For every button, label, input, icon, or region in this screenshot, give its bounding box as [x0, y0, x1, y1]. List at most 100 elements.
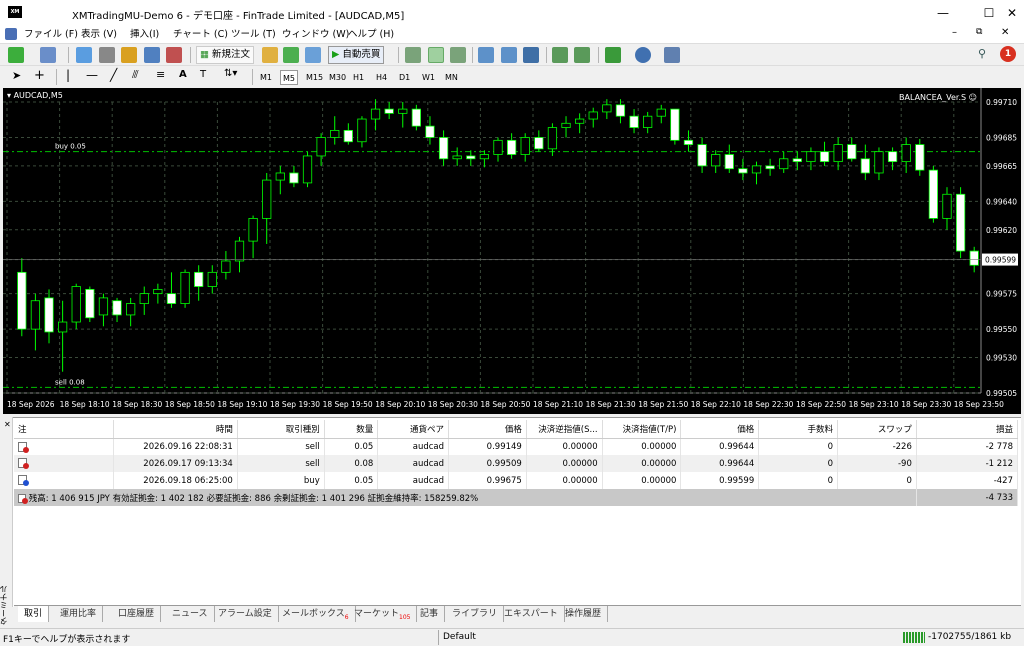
candle-body	[262, 179, 272, 219]
col-swap[interactable]: スワップ	[837, 420, 917, 439]
timeframe-m1[interactable]: M1	[258, 70, 274, 85]
crosshair-icon[interactable]: +	[34, 68, 45, 83]
timeframe-m5[interactable]: M5	[280, 70, 298, 85]
strategy-tester-icon[interactable]	[166, 47, 182, 63]
close-chart-icon[interactable]: ✕	[1001, 27, 1009, 38]
tab-2[interactable]: 口座履歴	[112, 606, 162, 622]
new-chart-icon[interactable]	[8, 47, 24, 63]
search-icon[interactable]: ⚲	[978, 47, 986, 60]
restore-icon[interactable]: ⧉	[976, 27, 982, 37]
col-symbol[interactable]: 通貨ペア	[377, 420, 450, 439]
close-button[interactable]: ✕	[1000, 0, 1024, 26]
line-chart-icon[interactable]	[450, 47, 466, 63]
x-tick-label: 18 Sep 22:10	[691, 400, 741, 409]
tab-1[interactable]: 運用比率	[54, 606, 104, 622]
tab-4[interactable]: アラーム設定	[212, 606, 279, 622]
autoscroll-icon[interactable]	[574, 47, 590, 63]
templates-icon[interactable]	[664, 47, 680, 63]
profiles-icon[interactable]	[40, 47, 56, 63]
candle-body	[207, 271, 217, 287]
col-sl[interactable]: 決済逆指値(S...	[526, 420, 603, 439]
indicators-icon[interactable]	[605, 47, 621, 63]
terminal-side-tab[interactable]: ✕	[3, 417, 13, 607]
market-watch-icon[interactable]	[76, 47, 92, 63]
col-tp[interactable]: 決済指値(T/P)	[602, 420, 682, 439]
bar-chart-icon[interactable]	[405, 47, 421, 63]
tab-6[interactable]: マーケット105	[348, 606, 418, 622]
candlestick-chart-svg[interactable]: 0.99710 0.99685 0.99665 0.99640 0.99620 0.995…	[3, 88, 1021, 414]
data-window-icon[interactable]	[99, 47, 115, 63]
horizontal-line-icon[interactable]: —	[86, 68, 98, 82]
notification-badge[interactable]: 1	[1000, 46, 1016, 62]
vertical-line-icon[interactable]: |	[66, 68, 70, 82]
timeframe-d1[interactable]: D1	[397, 70, 412, 85]
auto-trading-button[interactable]: ▶ 自動売買	[328, 46, 385, 64]
price-chart[interactable]: 0.99710 0.99685 0.99665 0.99640 0.99620 0.995…	[3, 88, 1021, 414]
tile-windows-icon[interactable]	[523, 47, 539, 63]
metaeditor-icon[interactable]	[262, 47, 278, 63]
tab-5[interactable]: メールボックス6	[276, 606, 356, 622]
timeframe-m30[interactable]: M30	[327, 70, 348, 85]
candle-body	[139, 293, 149, 304]
col-time[interactable]: 時間	[113, 420, 238, 439]
restore-minimize-icon[interactable]: –	[952, 27, 957, 38]
menu-view[interactable]: 表示 (V)	[81, 27, 117, 42]
timeframe-h4[interactable]: H4	[374, 70, 389, 85]
col-price[interactable]: 価格	[448, 420, 527, 439]
tab-8[interactable]: ライブラリ	[446, 606, 505, 622]
col-type[interactable]: 取引種別	[237, 420, 325, 439]
chart-shift-icon[interactable]	[552, 47, 568, 63]
table-row[interactable]: 2026.09.16 22:08:31 sell 0.05 audcad 0.99149…	[14, 438, 1019, 455]
close-terminal-icon[interactable]: ✕	[4, 420, 11, 429]
expert-advisor-label[interactable]: BALANCEA_Ver.S ☺	[899, 93, 977, 102]
x-tick-label: 18 Sep 18:10	[60, 400, 110, 409]
zoom-out-icon[interactable]	[501, 47, 517, 63]
table-row[interactable]: 2026.09.18 06:25:00 buy 0.05 audcad 0.99675 0…	[14, 472, 1019, 489]
tab-label: アラーム設定	[218, 609, 272, 619]
menu-help[interactable]: ヘルプ (H)	[348, 27, 394, 42]
text-icon[interactable]: A	[179, 69, 187, 80]
col-order[interactable]: 注	[14, 420, 114, 439]
zoom-in-icon[interactable]	[478, 47, 494, 63]
minimize-button[interactable]: —	[920, 0, 966, 26]
table-row[interactable]: 2026.09.17 09:13:34 sell 0.08 audcad 0.99509…	[14, 455, 1019, 472]
tab-10[interactable]: 操作履歴	[559, 606, 609, 622]
col-commission[interactable]: 手数料	[758, 420, 839, 439]
y-tick-label: 0.99640	[986, 197, 1017, 206]
menu-tools[interactable]: ツール (T)	[231, 27, 276, 42]
menu-window[interactable]: ウィンドウ (W)	[282, 27, 349, 42]
arrows-icon[interactable]: ⇅▾	[224, 68, 237, 79]
tab-7[interactable]: 記事	[414, 606, 446, 622]
signals-icon[interactable]	[283, 47, 299, 63]
candlestick-icon[interactable]	[428, 47, 444, 63]
tab-3[interactable]: ニュース	[166, 606, 215, 622]
x-tick-label: 18 Sep 23:30	[901, 400, 951, 409]
community-icon[interactable]	[305, 47, 321, 63]
col-current-price[interactable]: 価格	[680, 420, 760, 439]
cursor-icon[interactable]: ➤	[12, 69, 21, 82]
candle-body	[915, 144, 925, 171]
timeframe-mn[interactable]: MN	[443, 70, 460, 85]
timeframe-h1[interactable]: H1	[351, 70, 366, 85]
fibonacci-icon[interactable]: ≡	[156, 68, 165, 81]
new-order-button[interactable]: ▦ 新規注文	[196, 46, 255, 64]
menu-file[interactable]: ファイル (F)	[24, 27, 78, 42]
terminal-icon[interactable]	[144, 47, 160, 63]
timeframe-m15[interactable]: M15	[304, 70, 325, 85]
tab-0[interactable]: 取引	[18, 606, 50, 622]
terminal-tabs: 取引 運用比率 口座履歴 ニュース アラーム設定 メールボックス6 マーケット105 記事 ライ…	[14, 605, 1021, 622]
candle-body	[398, 108, 408, 114]
navigator-icon[interactable]	[121, 47, 137, 63]
equidistant-channel-icon[interactable]: ⫻	[132, 68, 139, 82]
col-volume[interactable]: 数量	[324, 420, 379, 439]
connection-bars-icon	[903, 632, 925, 643]
timeframe-w1[interactable]: W1	[420, 70, 437, 85]
col-profit[interactable]: 損益	[916, 420, 1019, 439]
text-label-icon[interactable]: T	[200, 69, 206, 80]
menu-insert[interactable]: 挿入(I)	[130, 27, 159, 42]
window-title: XMTradingMU-Demo 6 - デモ口座 - FinTrade Lim…	[72, 11, 405, 22]
trendline-icon[interactable]: ╱	[110, 68, 117, 82]
periods-icon[interactable]	[635, 47, 651, 63]
menu-chart[interactable]: チャート (C)	[173, 27, 228, 42]
tab-9[interactable]: エキスパート	[498, 606, 565, 622]
